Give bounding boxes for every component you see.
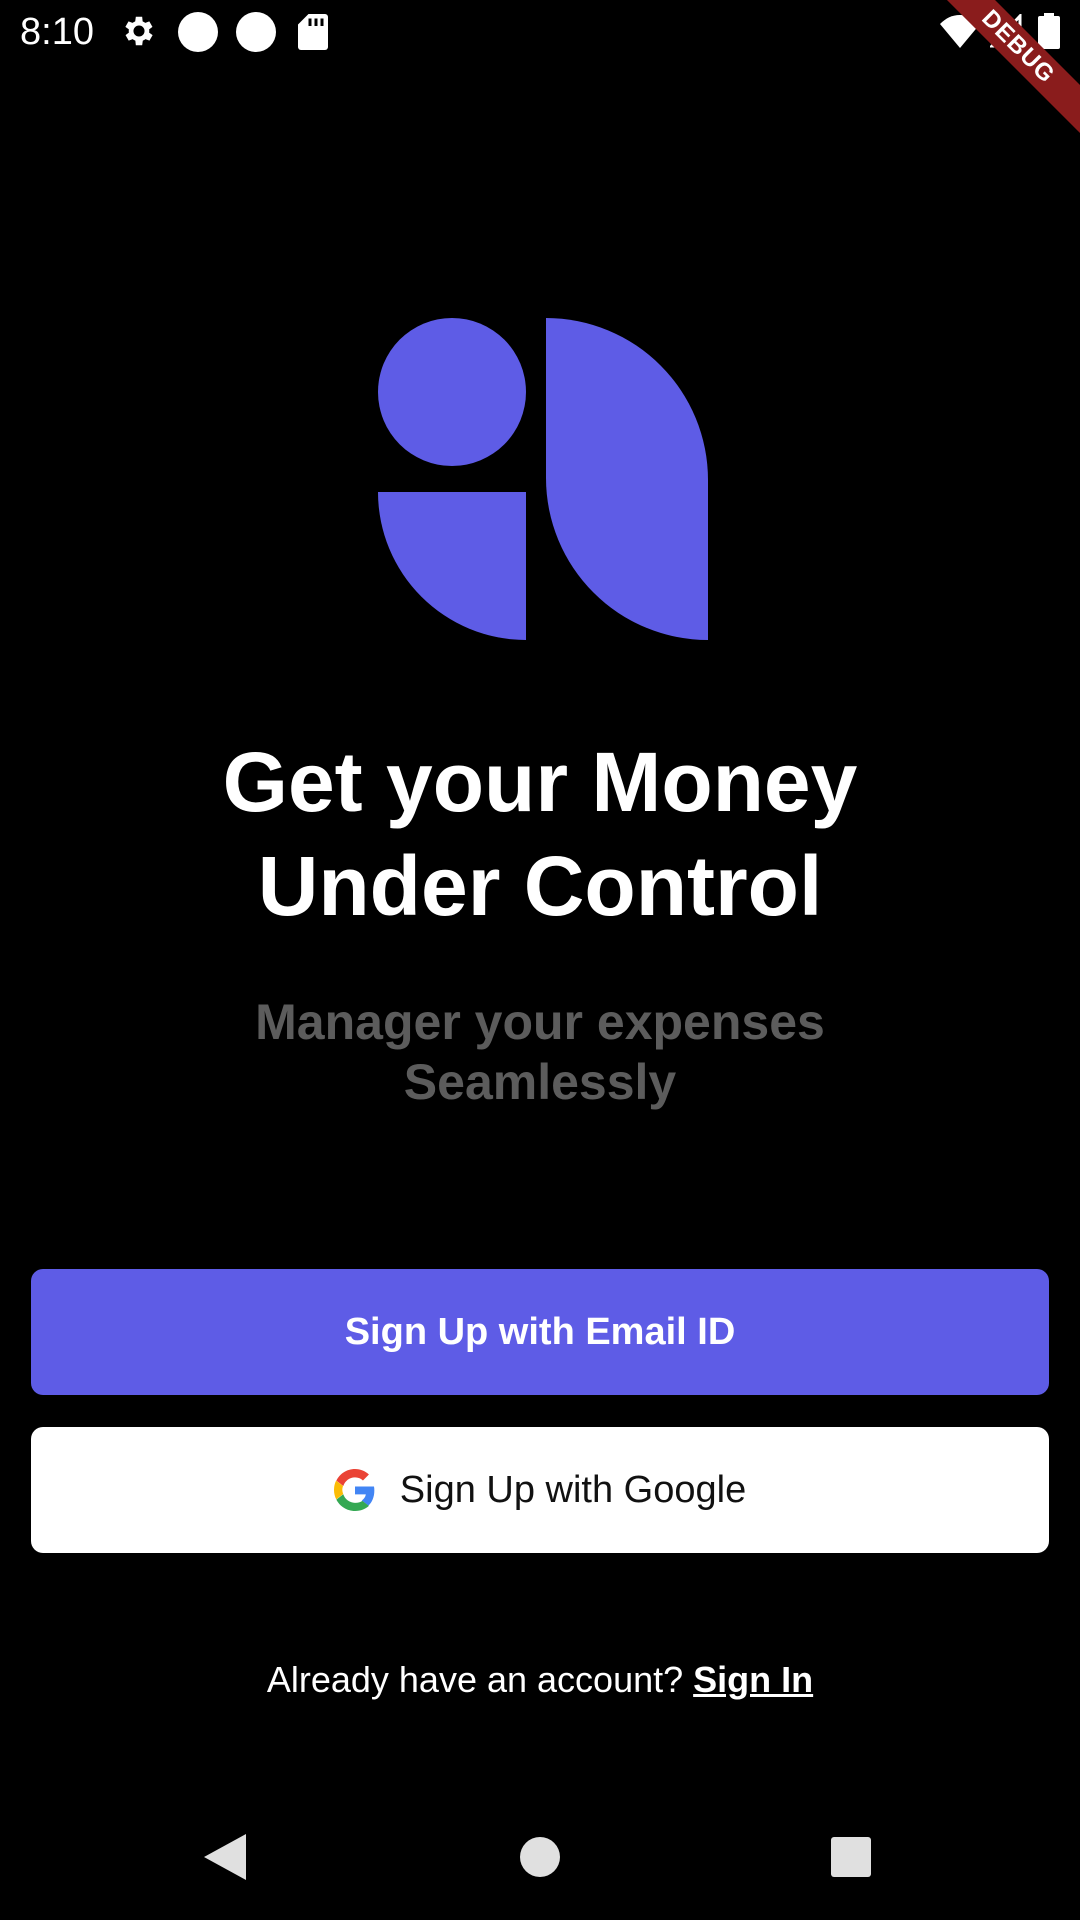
subtitle-line-1: Manager your expenses: [255, 994, 825, 1050]
status-time: 8:10: [20, 11, 94, 53]
google-icon: [333, 1469, 375, 1511]
welcome-screen: 8:10 DEBUG Get your Money Under Control …: [0, 0, 1080, 1920]
circle-icon: [236, 12, 276, 52]
recents-icon[interactable]: [831, 1837, 871, 1877]
navigation-bar: [0, 1800, 1080, 1920]
headline: Get your Money Under Control: [0, 730, 1080, 938]
debug-label: DEBUG: [921, 0, 1080, 144]
sign-up-google-label: Sign Up with Google: [399, 1468, 747, 1511]
sign-up-google-button[interactable]: Sign Up with Google: [31, 1427, 1049, 1553]
app-logo-icon: [378, 318, 708, 640]
sign-in-prompt-text: Already have an account?: [266, 1659, 694, 1700]
debug-banner: DEBUG: [910, 0, 1080, 170]
back-icon[interactable]: [204, 1834, 246, 1880]
sign-in-link[interactable]: Sign In: [693, 1659, 813, 1700]
subtitle-line-2: Seamlessly: [403, 1054, 677, 1110]
gear-icon: [125, 16, 153, 46]
subtitle: Manager your expenses Seamlessly: [0, 992, 1080, 1112]
sign-in-prompt: Already have an account? Sign In: [0, 1656, 1080, 1704]
sign-up-email-button[interactable]: Sign Up with Email ID: [31, 1269, 1049, 1395]
headline-line-1: Get your Money: [222, 735, 858, 829]
sign-up-email-label: Sign Up with Email ID: [344, 1310, 736, 1353]
headline-line-2: Under Control: [257, 839, 823, 933]
sd-card-icon: [298, 14, 328, 50]
home-icon[interactable]: [520, 1837, 560, 1877]
circle-icon: [178, 12, 218, 52]
